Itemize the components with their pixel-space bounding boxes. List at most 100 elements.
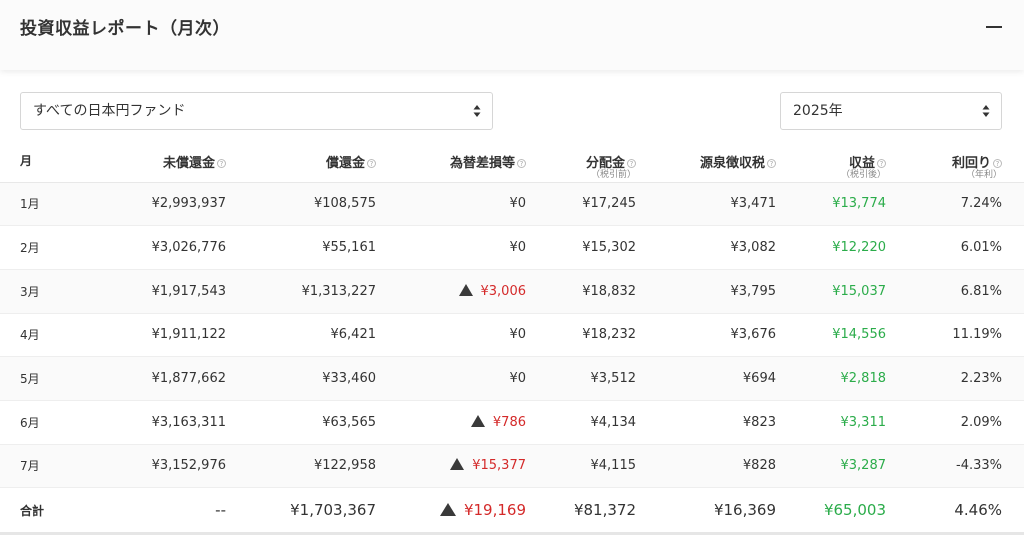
cell-profit: ¥14,556 xyxy=(780,313,890,358)
cell-yield: 2.09% xyxy=(890,400,1024,445)
column-label: 収益 xyxy=(848,156,875,171)
dist-value: ¥17,245 xyxy=(582,196,636,212)
month-value: 4月 xyxy=(20,328,40,343)
cell-profit: ¥12,220 xyxy=(780,225,890,270)
unredeemed-value: -- xyxy=(215,501,226,520)
redeemed-value: ¥55,161 xyxy=(322,240,376,256)
column-label: 分配金 xyxy=(585,156,625,171)
unredeemed-value: ¥3,026,776 xyxy=(151,240,226,256)
cell-tax: ¥823 xyxy=(640,400,780,445)
profit-value: ¥15,037 xyxy=(832,283,886,299)
cell-month: 4月 xyxy=(0,313,90,358)
column-header-tax: 源泉徴収税? xyxy=(640,142,780,182)
cell-unredeemed: ¥1,917,543 xyxy=(90,269,230,314)
cell-unredeemed: ¥3,026,776 xyxy=(90,225,230,270)
help-icon[interactable]: ? xyxy=(627,159,636,168)
unredeemed-value: ¥3,152,976 xyxy=(151,458,226,474)
help-icon[interactable]: ? xyxy=(217,159,226,168)
cell-redeemed: ¥63,565 xyxy=(230,400,380,445)
cell-tax: ¥3,082 xyxy=(640,225,780,270)
updown-arrows-icon xyxy=(473,104,481,118)
cell-redeemed: ¥108,575 xyxy=(230,182,380,227)
table-row: 6月 ¥3,163,311 ¥63,565 ¥786 ¥4,134 ¥823 ¥3,311 2… xyxy=(0,400,1024,445)
page-title: 投資収益レポート（月次） xyxy=(20,19,230,39)
cell-profit: ¥15,037 xyxy=(780,269,890,314)
table-row: 4月 ¥1,911,122 ¥6,421 ¥0 ¥18,232 ¥3,676 ¥14,556… xyxy=(0,313,1024,358)
cell-redeemed: ¥6,421 xyxy=(230,313,380,358)
cell-fx: ¥786 xyxy=(380,400,530,445)
year-select-value: 2025年 xyxy=(793,103,843,119)
month-value: 3月 xyxy=(20,284,40,299)
tax-value: ¥828 xyxy=(742,458,776,474)
fx-value: ¥0 xyxy=(509,327,526,343)
yield-value: 11.19% xyxy=(952,327,1002,343)
dist-value: ¥18,832 xyxy=(582,283,636,299)
help-icon[interactable]: ? xyxy=(767,159,776,168)
fund-select[interactable]: すべての日本円ファンド xyxy=(20,92,493,130)
cell-tax: ¥828 xyxy=(640,444,780,489)
cell-redeemed: ¥55,161 xyxy=(230,225,380,270)
help-icon[interactable]: ? xyxy=(367,159,376,168)
cell-month: 5月 xyxy=(0,356,90,401)
column-label: 利回り xyxy=(951,156,991,171)
unredeemed-value: ¥1,877,662 xyxy=(151,371,226,387)
help-icon[interactable]: ? xyxy=(993,159,1002,168)
cell-fx: ¥0 xyxy=(380,182,530,227)
cell-fx: ¥3,006 xyxy=(380,269,530,314)
cell-fx: ¥19,169 xyxy=(380,487,530,536)
triangle-up-icon xyxy=(439,503,456,517)
column-label: 償還金 xyxy=(325,156,365,171)
column-header-profit: 収益? （税引後） xyxy=(780,142,890,182)
yield-value: -4.33% xyxy=(956,458,1002,474)
redeemed-value: ¥122,958 xyxy=(313,458,376,474)
cell-redeemed: ¥1,703,367 xyxy=(230,487,380,536)
yield-value: 6.01% xyxy=(960,240,1002,256)
cell-dist: ¥3,512 xyxy=(530,356,640,401)
cell-yield: -4.33% xyxy=(890,444,1024,489)
profit-value: ¥65,003 xyxy=(823,501,886,520)
collapse-minus-icon[interactable] xyxy=(986,26,1002,28)
cell-tax: ¥16,369 xyxy=(640,487,780,536)
help-icon[interactable]: ? xyxy=(877,159,886,168)
cell-month: 合計 xyxy=(0,487,90,536)
redeemed-value: ¥1,313,227 xyxy=(301,283,376,299)
triangle-up-icon xyxy=(470,414,485,427)
yield-value: 6.81% xyxy=(960,283,1002,299)
cell-dist: ¥17,245 xyxy=(530,182,640,227)
tax-value: ¥3,082 xyxy=(730,240,777,256)
profit-value: ¥13,774 xyxy=(832,196,886,212)
tax-value: ¥823 xyxy=(742,414,776,430)
column-header-redeemed: 償還金? xyxy=(230,142,380,182)
fx-loss-value: ¥786 xyxy=(492,414,526,430)
cell-month: 7月 xyxy=(0,444,90,489)
cell-dist: ¥4,134 xyxy=(530,400,640,445)
table-row: 1月 ¥2,993,937 ¥108,575 ¥0 ¥17,245 ¥3,471 ¥13,7… xyxy=(0,182,1024,227)
column-header-month: 月 xyxy=(0,142,90,182)
cell-fx: ¥0 xyxy=(380,313,530,358)
help-icon[interactable]: ? xyxy=(517,159,526,168)
report-header: 投資収益レポート（月次） xyxy=(0,0,1024,70)
unredeemed-value: ¥1,917,543 xyxy=(151,283,226,299)
cell-month: 2月 xyxy=(0,225,90,270)
cell-redeemed: ¥1,313,227 xyxy=(230,269,380,314)
redeemed-value: ¥63,565 xyxy=(322,414,376,430)
year-select[interactable]: 2025年 xyxy=(780,92,1002,130)
dist-value: ¥4,115 xyxy=(590,458,637,474)
cell-redeemed: ¥33,460 xyxy=(230,356,380,401)
tax-value: ¥3,795 xyxy=(730,283,777,299)
month-value: 2月 xyxy=(20,241,40,256)
dist-value: ¥3,512 xyxy=(590,371,637,387)
fx-loss-value: ¥15,377 xyxy=(472,458,526,474)
total-row: 合計 -- ¥1,703,367 ¥19,169 ¥81,372 ¥16,369 ¥65,0… xyxy=(0,487,1024,536)
cell-unredeemed: ¥1,911,122 xyxy=(90,313,230,358)
profit-value: ¥3,311 xyxy=(840,414,887,430)
column-header-fx: 為替差損等? xyxy=(380,142,530,182)
cell-dist: ¥18,832 xyxy=(530,269,640,314)
dist-value: ¥15,302 xyxy=(582,240,636,256)
cell-month: 3月 xyxy=(0,269,90,314)
cell-unredeemed: ¥3,152,976 xyxy=(90,444,230,489)
column-header-yield: 利回り? （年利） xyxy=(890,142,1024,182)
cell-yield: 7.24% xyxy=(890,182,1024,227)
dist-value: ¥18,232 xyxy=(582,327,636,343)
updown-arrows-icon xyxy=(982,104,990,118)
